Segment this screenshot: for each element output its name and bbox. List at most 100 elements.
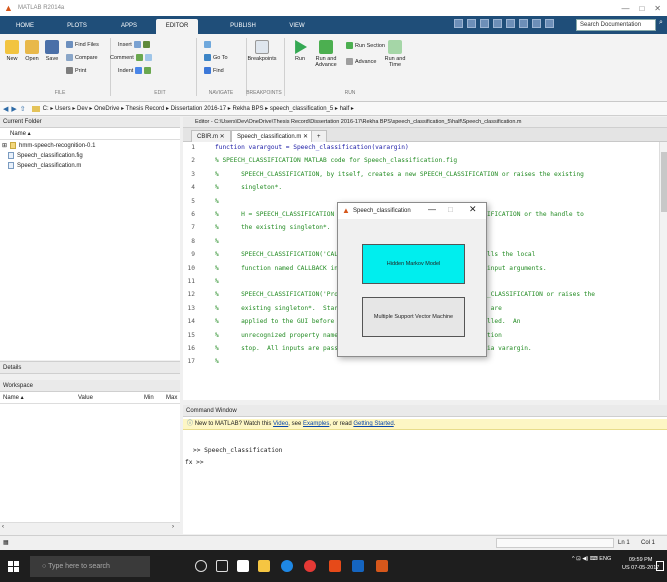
copy-quick-icon[interactable] <box>480 19 489 28</box>
scroll-left-icon[interactable]: ‹ <box>2 524 4 530</box>
scroll-right-icon[interactable]: › <box>172 524 174 530</box>
new-file-icon <box>5 40 19 54</box>
address-bar[interactable]: ◀ ▶ ⇧ C: ▸ Users ▸ Dev ▸ OneDrive ▸ Thes… <box>0 102 667 116</box>
save-button[interactable]: Save <box>44 40 60 62</box>
back-icon[interactable]: ◀ <box>3 105 8 113</box>
comment-button[interactable]: Comment <box>110 54 152 61</box>
powerpoint-icon[interactable] <box>329 560 341 572</box>
dialog-close-button[interactable]: ✕ <box>469 204 477 215</box>
current-folder-name-column[interactable]: Name ▴ <box>0 128 180 140</box>
dialog-maximize-button[interactable]: □ <box>448 205 453 214</box>
redo-quick-icon[interactable] <box>519 19 528 28</box>
expand-icon[interactable]: ⊞ <box>2 142 7 149</box>
list-item[interactable]: ⊞ hmm-speech-recognition-0.1 <box>2 142 95 149</box>
goto-button[interactable]: Go To <box>204 54 228 61</box>
dialog-minimize-button[interactable]: — <box>428 205 436 214</box>
tab-publish[interactable]: PUBLISH <box>226 19 260 34</box>
notifications-icon[interactable] <box>656 561 664 571</box>
line-number: 16 <box>187 345 195 352</box>
matlab-taskbar-icon[interactable] <box>376 560 388 572</box>
status-menu-icon[interactable]: ▦ <box>3 539 9 546</box>
store-icon[interactable] <box>237 560 249 572</box>
chrome-icon[interactable] <box>304 560 316 572</box>
insert-button[interactable]: Insert <box>118 41 150 48</box>
maximize-button[interactable]: □ <box>639 4 644 13</box>
minimize-button[interactable]: — <box>621 4 629 13</box>
command-prompt[interactable]: fx >> <box>185 459 204 466</box>
help-icon[interactable] <box>545 19 554 28</box>
examples-link[interactable]: Examples <box>303 421 329 427</box>
command-window[interactable]: ⓘ New to MATLAB? Watch this Video, see E… <box>183 417 667 534</box>
find-files-button[interactable]: Find Files <box>66 41 99 48</box>
compare-button[interactable]: Compare <box>66 54 98 61</box>
advance-button[interactable]: Advance <box>346 58 376 65</box>
multiple-svm-button[interactable]: Multiple Support Vector Machine <box>362 297 465 337</box>
video-link[interactable]: Video <box>273 421 288 427</box>
workspace-col-max[interactable]: Max <box>166 392 177 404</box>
hidden-markov-model-button[interactable]: Hidden Markov Model <box>362 244 465 284</box>
tab-speech-classification[interactable]: Speech_classification.m ✕ <box>231 130 315 142</box>
find-button[interactable]: Find <box>204 67 224 74</box>
details-panel-header[interactable]: Details <box>0 361 180 374</box>
workspace-col-min[interactable]: Min <box>144 392 154 404</box>
run-section-button[interactable]: Run Section <box>346 42 385 49</box>
ribbon-separator <box>110 38 111 96</box>
cut-quick-icon[interactable] <box>467 19 476 28</box>
run-button[interactable]: Run <box>290 40 310 62</box>
workspace-horizontal-scrollbar[interactable]: ‹ › <box>0 522 180 532</box>
m-file-icon <box>8 162 14 169</box>
up-folder-icon[interactable]: ⇧ <box>20 105 26 113</box>
file-explorer-icon[interactable] <box>258 560 270 572</box>
print-button[interactable]: Print <box>66 67 86 74</box>
breakpoints-button[interactable]: Breakpoints <box>247 40 277 62</box>
search-icon[interactable]: ⌕ <box>659 19 663 27</box>
run-and-time-button[interactable]: Run and Time <box>384 40 406 68</box>
save-quick-icon[interactable] <box>454 19 463 28</box>
advance-icon <box>346 58 353 65</box>
forward-icon[interactable]: ▶ <box>11 105 16 113</box>
scroll-thumb[interactable] <box>661 152 667 212</box>
quick-access-toolbar <box>454 19 554 28</box>
tab-home[interactable]: HOME <box>10 19 40 34</box>
line-number: 8 <box>191 237 195 245</box>
open-button[interactable]: Open <box>24 40 40 62</box>
current-folder-list: ⊞ hmm-speech-recognition-0.1 Speech_clas… <box>0 140 180 360</box>
close-tab-icon[interactable]: ✕ <box>220 134 225 140</box>
microphone-icon[interactable] <box>195 560 207 572</box>
dialog-title-bar: ▲ Speech_classification — □ ✕ <box>338 203 486 219</box>
paste-quick-icon[interactable] <box>493 19 502 28</box>
close-button[interactable]: ✕ <box>654 4 661 13</box>
new-tab-button[interactable]: + <box>311 130 327 142</box>
ribbon-separator <box>196 38 197 96</box>
list-item[interactable]: Speech_classification.m <box>8 162 81 169</box>
editor-vertical-scrollbar[interactable] <box>659 142 667 400</box>
word-icon[interactable] <box>352 560 364 572</box>
search-documentation-input[interactable]: Search Documentation <box>576 19 656 31</box>
line-number: 15 <box>187 331 195 339</box>
indent-button[interactable]: Indent <box>118 67 152 74</box>
switch-windows-icon[interactable] <box>532 19 541 28</box>
find-files-nav-button[interactable] <box>204 41 211 48</box>
breakpoints-icon <box>255 40 269 54</box>
system-tray[interactable]: ^ ⊡ ◀) ⌨ ENG <box>572 556 611 562</box>
close-tab-icon[interactable]: ✕ <box>303 134 308 140</box>
task-view-icon[interactable] <box>216 560 228 572</box>
tab-editor[interactable]: EDITOR <box>156 19 198 34</box>
list-item[interactable]: Speech_classification.fig <box>8 152 83 159</box>
tab-plots[interactable]: PLOTS <box>62 19 92 34</box>
workspace-col-value[interactable]: Value <box>78 392 93 404</box>
workspace-col-name[interactable]: Name ▴ <box>3 392 24 404</box>
edge-browser-icon[interactable] <box>281 560 293 572</box>
windows-start-icon[interactable] <box>8 561 19 572</box>
tab-apps[interactable]: APPS <box>115 19 143 34</box>
tab-view[interactable]: VIEW <box>283 19 311 34</box>
taskbar-clock[interactable]: 09:59 PM US 07-05-2017 <box>622 556 659 572</box>
tab-cbir[interactable]: CBIR.m ✕ <box>191 130 231 142</box>
undo-quick-icon[interactable] <box>506 19 515 28</box>
taskbar-search-input[interactable]: ○ Type here to search <box>30 556 150 577</box>
getting-started-link[interactable]: Getting Started <box>353 421 393 427</box>
run-and-advance-button[interactable]: Run and Advance <box>313 40 339 68</box>
run-icon <box>295 40 307 54</box>
line-number: 13 <box>187 304 195 312</box>
new-button[interactable]: New <box>4 40 20 62</box>
